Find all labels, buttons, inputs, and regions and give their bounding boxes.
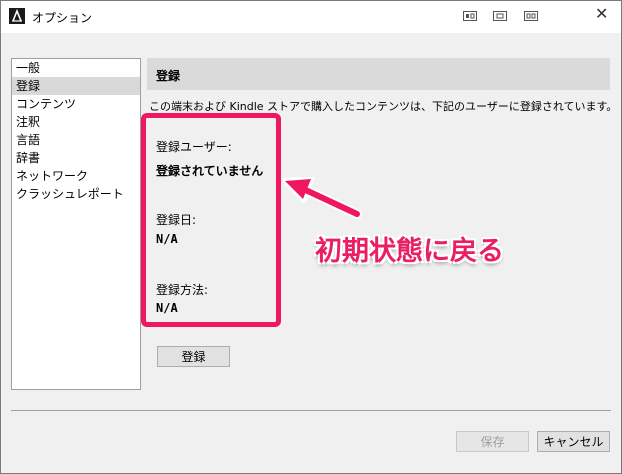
close-icon[interactable]: ✕	[595, 4, 608, 23]
section-title: 登録	[156, 69, 181, 83]
sidebar-item-annotations[interactable]: 注釈	[12, 113, 140, 131]
annotation-arrow-icon	[283, 177, 362, 219]
section-header: 登録	[147, 58, 610, 90]
monitor-icon[interactable]	[463, 10, 477, 22]
layout-icon[interactable]	[524, 10, 538, 22]
footer-divider	[11, 410, 611, 411]
registration-description: この端末および Kindle ストアで購入したコンテンツは、下記のユーザーに登録…	[149, 100, 618, 113]
window-title: オプション	[32, 11, 93, 25]
highlight-box	[141, 113, 281, 327]
sidebar-item-language[interactable]: 言語	[12, 131, 140, 149]
kindle-app-icon	[9, 8, 25, 24]
sidebar-item-general[interactable]: 一般	[12, 59, 140, 77]
sidebar-item-registration[interactable]: 登録	[12, 77, 140, 95]
cancel-button[interactable]: キャンセル	[537, 431, 610, 452]
sidebar-item-content[interactable]: コンテンツ	[12, 95, 140, 113]
screen-icon[interactable]	[493, 10, 507, 22]
options-window: オプション ✕ 一般 登録 コンテンツ 注釈 言語 辞書 ネットワーク クラッシ…	[0, 0, 622, 474]
sidebar-item-dictionary[interactable]: 辞書	[12, 149, 140, 167]
register-button[interactable]: 登録	[157, 346, 230, 367]
options-sidebar: 一般 登録 コンテンツ 注釈 言語 辞書 ネットワーク クラッシュレポート	[11, 58, 141, 390]
annotation-text: 初期状態に戻る	[315, 236, 504, 267]
save-button[interactable]: 保存	[456, 431, 529, 452]
sidebar-item-network[interactable]: ネットワーク	[12, 167, 140, 185]
title-bar: オプション ✕	[1, 1, 621, 33]
sidebar-item-crash-report[interactable]: クラッシュレポート	[12, 185, 140, 203]
